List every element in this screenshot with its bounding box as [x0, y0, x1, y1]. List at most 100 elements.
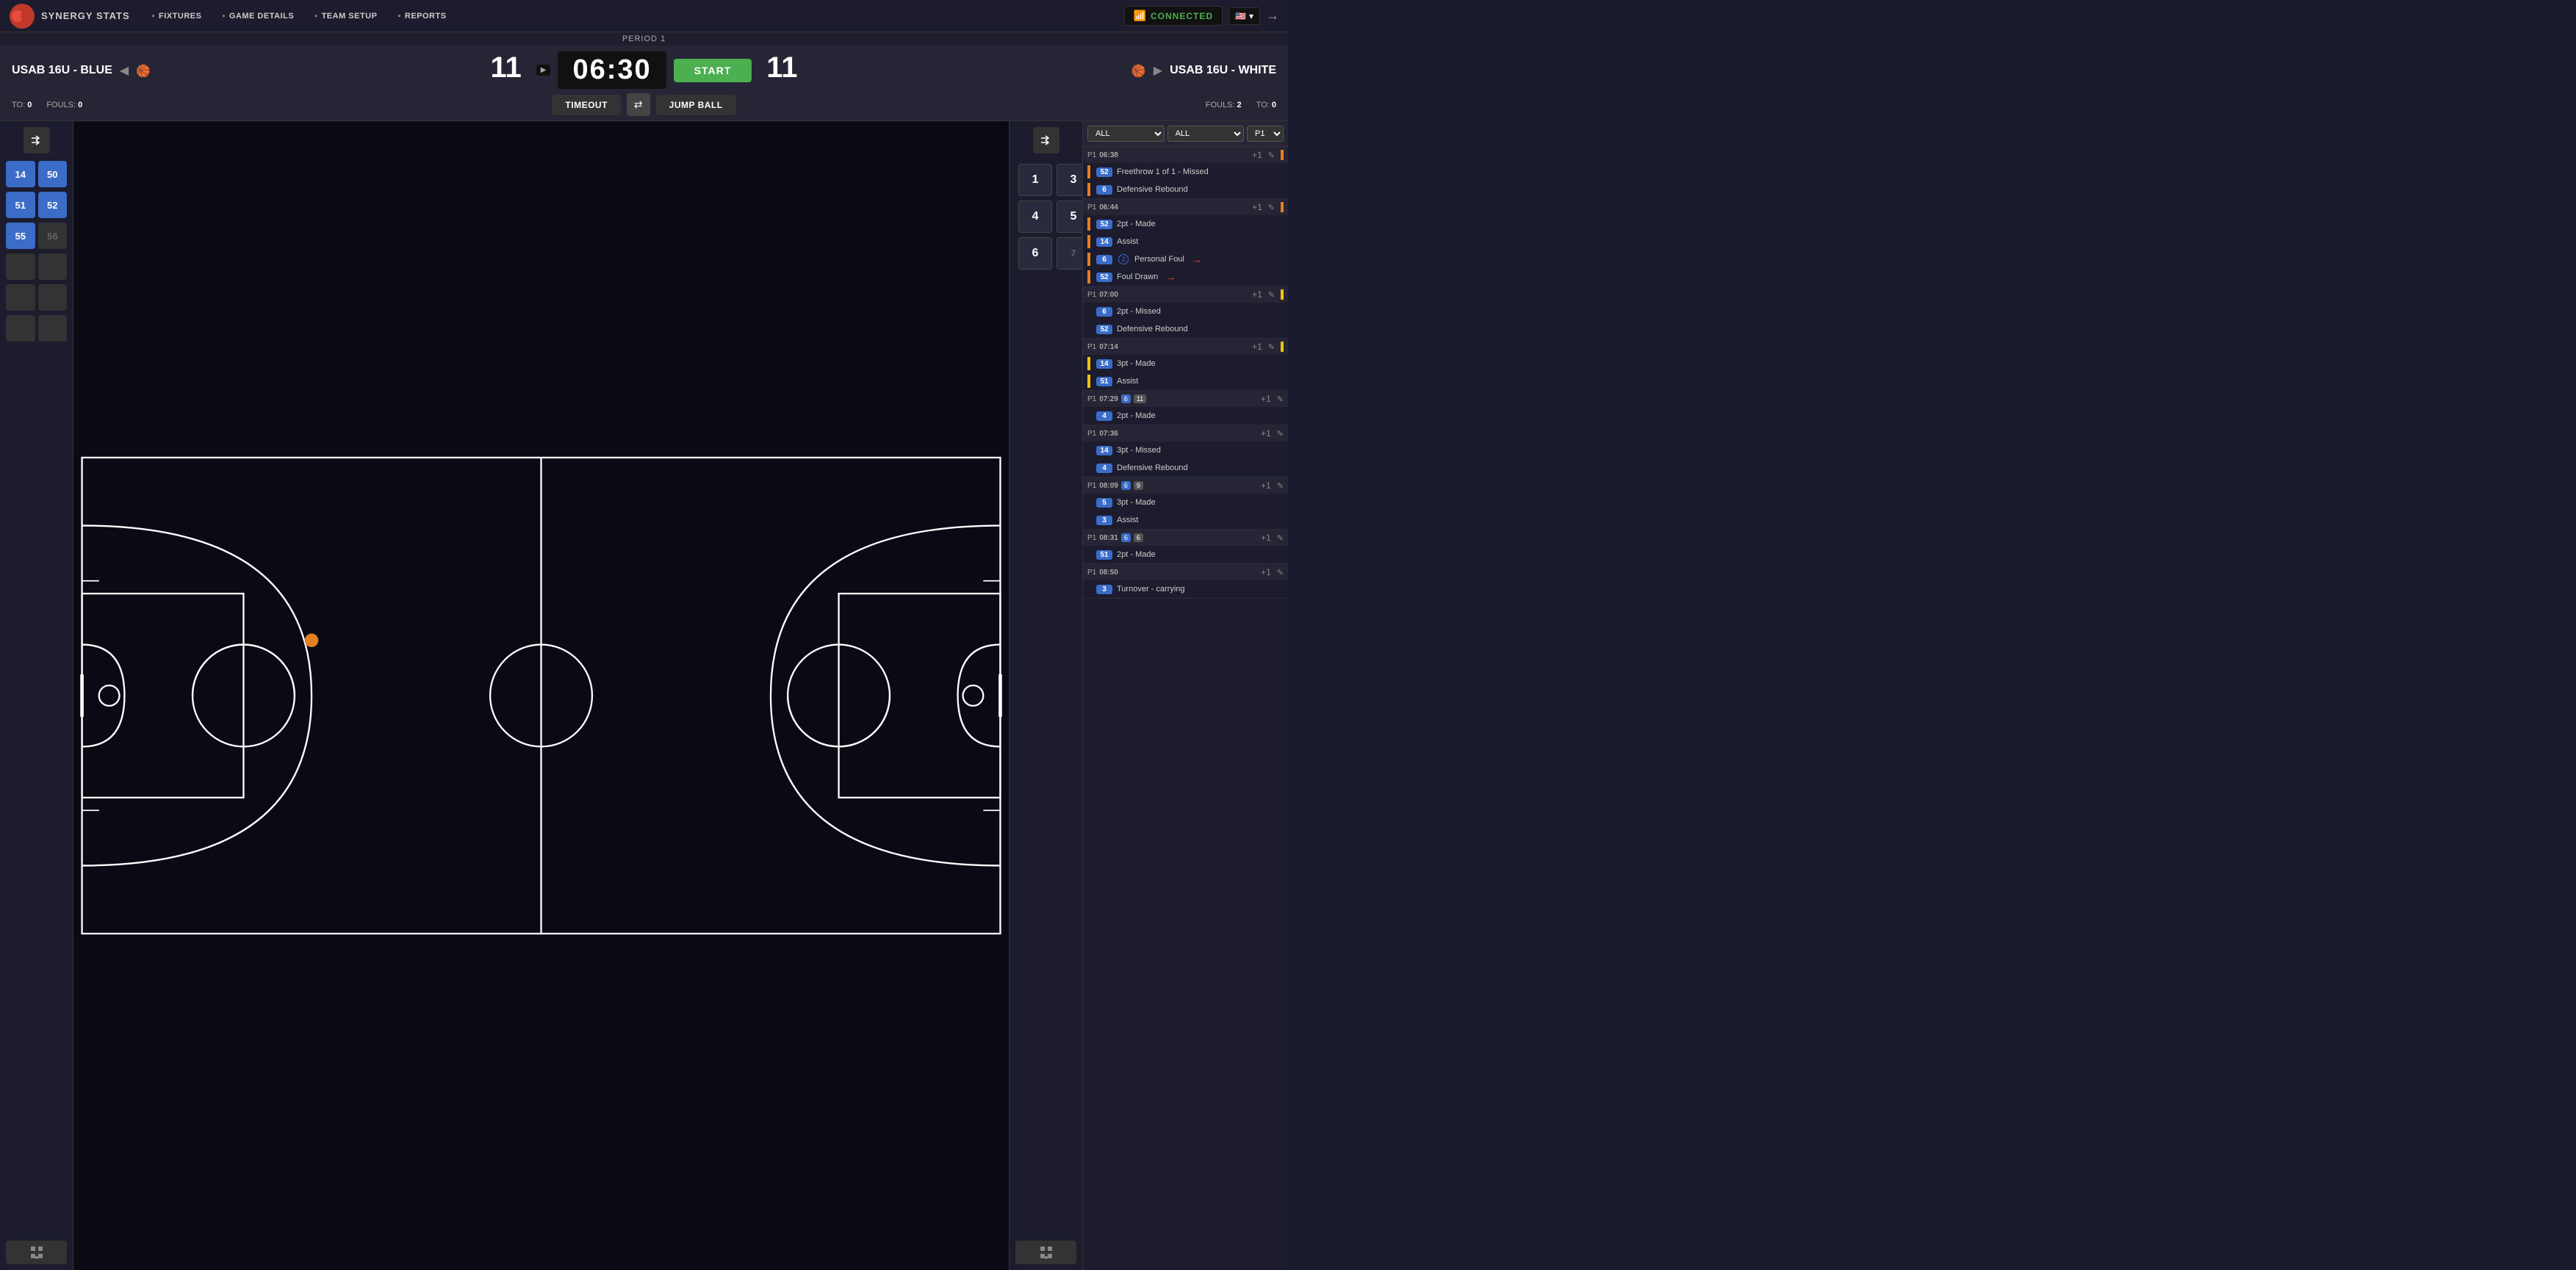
log-group-5: P1 07:29 6 11 +1 ✎ 4 2pt - Made [1083, 391, 1288, 425]
log-group-4: P1 07:14 +1 ✎ 14 3pt - Made 51 Assist [1083, 339, 1288, 391]
number-grid: 1 3 4 5 6 7 [1015, 161, 1076, 273]
player-btn-55[interactable]: 55 [6, 223, 35, 249]
log-scroll[interactable]: P1 06:38 +1 ✎ 52 Freethrow 1 of 1 - Miss… [1083, 147, 1288, 1270]
start-button[interactable]: START [674, 59, 752, 82]
log-time-1: 06:38 [1099, 151, 1118, 159]
log-edit-4[interactable]: ✎ [1268, 342, 1275, 352]
swap-button[interactable]: ⇄ [627, 93, 650, 116]
team-right-arrow[interactable]: ▶ [1154, 63, 1162, 78]
log-edit-3[interactable]: ✎ [1268, 290, 1275, 300]
log-edit-8[interactable]: ✎ [1277, 533, 1284, 543]
filter-select-1[interactable]: ALL [1087, 126, 1165, 142]
player-btn-empty-4[interactable] [38, 284, 68, 311]
roster-grid-right-button[interactable] [1015, 1241, 1076, 1264]
log-action-1-1: Freethrow 1 of 1 - Missed [1117, 167, 1209, 176]
player-btn-52[interactable]: 52 [38, 192, 68, 218]
player-btn-50[interactable]: 50 [38, 161, 68, 187]
score-row: USAB 16U - BLUE ◀ 🏀 11 ▶ 06:30 START 11 … [0, 46, 1288, 90]
filter-select-2[interactable]: ALL [1168, 126, 1245, 142]
video-btn[interactable]: ▶ [536, 65, 551, 76]
logout-button[interactable]: → [1266, 8, 1279, 24]
player-btn-empty-5[interactable] [6, 315, 35, 342]
team-left-arrow[interactable]: ◀ [120, 63, 129, 78]
log-time-9: 08:50 [1099, 569, 1118, 577]
player-btn-56[interactable]: 56 [38, 223, 68, 249]
team-right: 🏀 ▶ USAB 16U - WHITE [813, 51, 1276, 89]
filter-select-period[interactable]: P1 [1247, 126, 1284, 142]
log-action-2-4: Foul Drawn [1117, 273, 1158, 281]
log-group-7: P1 08:09 6 9 +1 ✎ 5 3pt - Made 3 Assist [1083, 477, 1288, 530]
log-plus-1[interactable]: +1 [1252, 150, 1262, 160]
player-btn-empty-3[interactable] [6, 284, 35, 311]
basketball-court[interactable] [73, 121, 1009, 1270]
player-btn-14[interactable]: 14 [6, 161, 35, 187]
log-group-3: P1 07:00 +1 ✎ 6 2pt - Missed 52 Defensiv… [1083, 286, 1288, 339]
log-edit-9[interactable]: ✎ [1277, 568, 1284, 577]
log-entry-2-4: 52 Foul Drawn → [1083, 268, 1288, 286]
number-btn-6[interactable]: 6 [1018, 237, 1052, 270]
log-entry-3-1: 6 2pt - Missed [1083, 303, 1288, 320]
flag-selector[interactable]: 🇺🇸 ▾ [1228, 7, 1260, 25]
scoreboard: PERIOD 1 USAB 16U - BLUE ◀ 🏀 11 ▶ 06:30 … [0, 32, 1288, 121]
log-entry-1-2: 6 Defensive Rebound [1083, 181, 1288, 198]
log-period-8: P1 [1087, 534, 1096, 542]
log-edit-6[interactable]: ✎ [1277, 429, 1284, 439]
player-btn-empty-2[interactable] [38, 253, 68, 280]
period-bar: PERIOD 1 [0, 32, 1288, 46]
log-plus-9[interactable]: +1 [1261, 567, 1271, 577]
player-btn-51[interactable]: 51 [6, 192, 35, 218]
team-left: USAB 16U - BLUE ◀ 🏀 [12, 51, 475, 89]
log-plus-4[interactable]: +1 [1252, 342, 1262, 352]
log-action-2-2: Assist [1117, 237, 1138, 246]
log-header-4: P1 07:14 +1 ✎ [1083, 339, 1288, 355]
log-entry-2-3: 6 2 Personal Foul → [1083, 250, 1288, 268]
log-plus-5[interactable]: +1 [1261, 394, 1271, 404]
player-row-4 [6, 253, 67, 280]
to-right: TO: 0 [1256, 101, 1276, 109]
top-navigation: SYNERGY STATS FIXTURES GAME DETAILS TEAM… [0, 0, 1288, 32]
nav-reports[interactable]: REPORTS [397, 12, 446, 21]
log-plus-2[interactable]: +1 [1252, 202, 1262, 212]
log-plus-8[interactable]: +1 [1261, 533, 1271, 543]
player-row-5 [6, 284, 67, 311]
shuffle-right-button[interactable] [1033, 127, 1059, 154]
log-time-4: 07:14 [1099, 343, 1118, 351]
connected-label: CONNECTED [1151, 11, 1213, 21]
log-entry-1-1: 52 Freethrow 1 of 1 - Missed [1083, 163, 1288, 181]
roster-left: 14 50 51 52 55 56 [0, 121, 73, 1270]
log-edit-7[interactable]: ✎ [1277, 481, 1284, 491]
court-svg [73, 121, 1009, 1270]
log-action-1-2: Defensive Rebound [1117, 185, 1188, 194]
fouls-left: TO: 0 FOULS: 0 [12, 101, 549, 109]
timeout-button[interactable]: TIMEOUT [552, 95, 621, 115]
fouls-row: TO: 0 FOULS: 0 TIMEOUT ⇄ JUMP BALL FOULS… [0, 90, 1288, 120]
nav-fixtures[interactable]: FIXTURES [152, 12, 202, 21]
center-controls: ▶ 06:30 START [536, 51, 752, 89]
shuffle-left-button[interactable] [24, 127, 50, 154]
nav-game-details[interactable]: GAME DETAILS [222, 12, 294, 21]
log-action-6-1: 3pt - Missed [1117, 446, 1161, 455]
number-btn-4[interactable]: 4 [1018, 201, 1052, 233]
log-edit-2[interactable]: ✎ [1268, 203, 1275, 212]
log-plus-3[interactable]: +1 [1252, 289, 1262, 300]
log-edit-1[interactable]: ✎ [1268, 151, 1275, 160]
log-action-8-1: 2pt - Made [1117, 550, 1156, 559]
jumpball-button[interactable]: JUMP BALL [656, 95, 736, 115]
log-sidebar-1-1 [1087, 165, 1090, 178]
log-num-5-1: 4 [1096, 411, 1112, 421]
number-btn-1[interactable]: 1 [1018, 164, 1052, 196]
player-btn-empty-1[interactable] [6, 253, 35, 280]
connection-status: 📶 CONNECTED [1124, 6, 1223, 26]
log-action-7-2: Assist [1117, 516, 1138, 524]
log-edit-5[interactable]: ✎ [1277, 394, 1284, 404]
log-period-2: P1 [1087, 203, 1096, 212]
log-plus-6[interactable]: +1 [1261, 428, 1271, 439]
team-left-name: USAB 16U - BLUE [12, 64, 112, 77]
log-num-4-1: 14 [1096, 359, 1112, 369]
nav-team-setup[interactable]: TEAM SETUP [314, 12, 377, 21]
roster-grid-left-button[interactable] [6, 1241, 67, 1264]
team-right-name: USAB 16U - WHITE [1170, 64, 1276, 77]
player-btn-empty-6[interactable] [38, 315, 68, 342]
log-plus-7[interactable]: +1 [1261, 480, 1271, 491]
play-log: ALL ALL P1 P1 06:38 +1 ✎ [1082, 121, 1288, 1270]
